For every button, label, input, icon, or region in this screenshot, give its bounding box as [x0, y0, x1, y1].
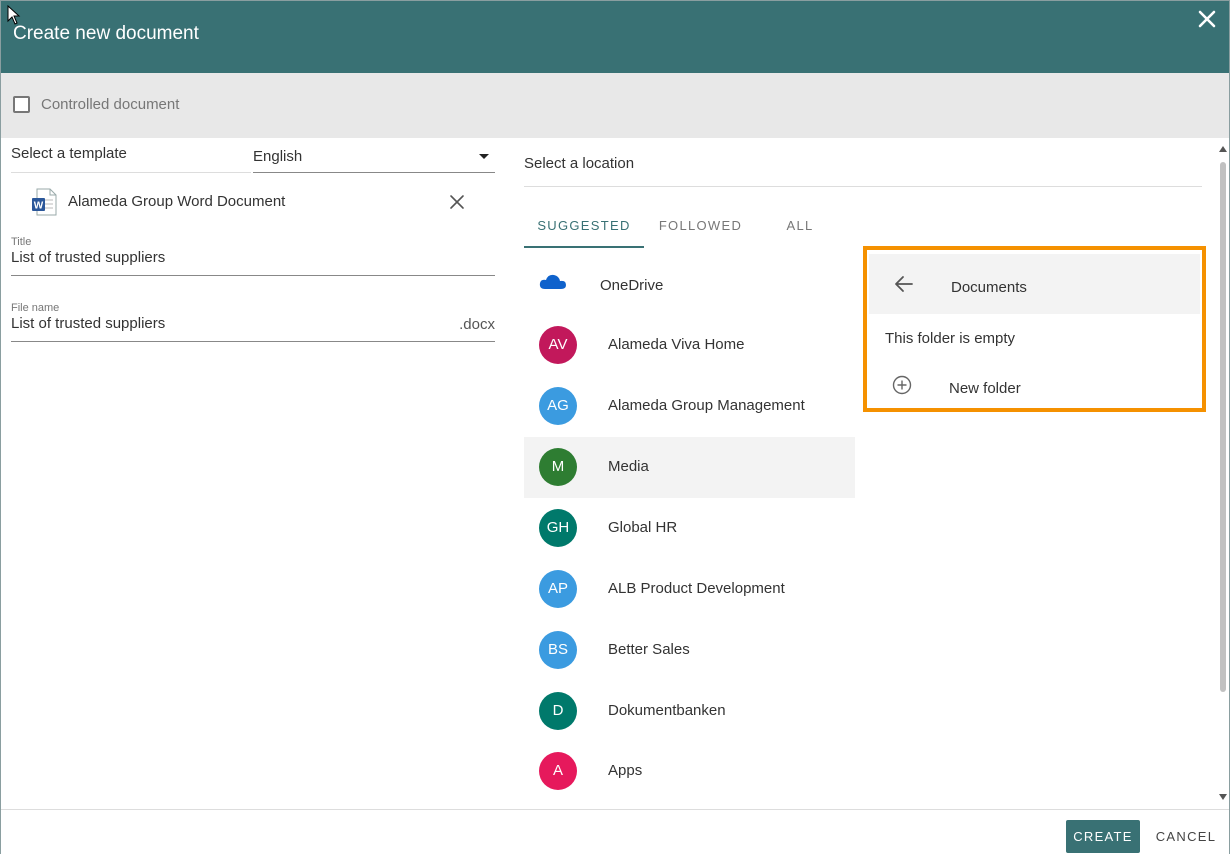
site-name: Apps — [608, 762, 643, 779]
dialog-footer: CREATE CANCEL — [1, 809, 1229, 854]
file-extension: .docx — [459, 316, 495, 333]
add-circle-icon — [892, 375, 912, 395]
site-name: Media — [608, 458, 649, 475]
site-alameda-viva-home[interactable]: AV Alameda Viva Home — [524, 315, 855, 376]
close-icon[interactable] — [1195, 7, 1219, 31]
folder-panel-header: Documents — [869, 254, 1200, 314]
site-name: ALB Product Development — [608, 580, 785, 597]
cancel-button[interactable]: CANCEL — [1149, 820, 1223, 853]
site-name: OneDrive — [600, 277, 664, 294]
controlled-document-bar: Controlled document — [1, 73, 1229, 138]
scroll-up-icon[interactable] — [1219, 146, 1227, 152]
site-alb-product-development[interactable]: AP ALB Product Development — [524, 559, 855, 620]
site-name: Dokumentbanken — [608, 702, 726, 719]
mouse-pointer-icon — [7, 4, 21, 25]
location-scrollbar[interactable] — [1217, 144, 1229, 806]
avatar: AV — [539, 326, 577, 364]
site-alameda-group-management[interactable]: AG Alameda Group Management — [524, 376, 855, 437]
avatar: M — [539, 448, 577, 486]
filename-label: File name — [11, 302, 60, 314]
site-name: Alameda Group Management — [608, 397, 805, 414]
avatar: BS — [539, 631, 577, 669]
folder-panel: Documents This folder is empty New folde… — [863, 246, 1206, 412]
site-onedrive[interactable]: OneDrive — [524, 255, 855, 316]
controlled-document-checkbox[interactable] — [13, 96, 30, 113]
dialog-header: Create new document — [1, 1, 1229, 73]
avatar: D — [539, 692, 577, 730]
tab-followed[interactable]: FOLLOWED — [644, 206, 757, 248]
template-name: Alameda Group Word Document — [68, 193, 286, 210]
language-value: English — [253, 148, 303, 165]
filename-field: File name .docx — [11, 302, 495, 342]
filename-input[interactable] — [11, 315, 441, 332]
site-media[interactable]: M Media — [524, 437, 855, 498]
controlled-document-label: Controlled document — [41, 96, 180, 113]
template-label: Select a template — [11, 145, 127, 162]
language-select[interactable]: English — [253, 141, 495, 173]
site-global-hr[interactable]: GH Global HR — [524, 498, 855, 559]
onedrive-cloud-icon — [538, 271, 568, 291]
arrow-back-icon[interactable] — [894, 275, 914, 293]
location-label: Select a location — [524, 155, 635, 172]
scroll-down-icon[interactable] — [1219, 794, 1227, 800]
tab-suggested[interactable]: SUGGESTED — [524, 206, 644, 248]
title-field: Title — [11, 236, 495, 276]
caret-down-icon — [479, 154, 489, 159]
title-input[interactable] — [11, 249, 441, 266]
selected-template: W Alameda Group Word Document — [11, 183, 495, 221]
template-divider — [11, 172, 251, 173]
dialog-title: Create new document — [13, 23, 199, 44]
empty-folder-message: This folder is empty — [885, 330, 1016, 347]
new-folder-button[interactable]: New folder — [885, 368, 1185, 402]
location-divider — [524, 186, 1202, 187]
avatar: AG — [539, 387, 577, 425]
site-name: Global HR — [608, 519, 678, 536]
site-dokumentbanken[interactable]: D Dokumentbanken — [524, 681, 855, 742]
new-folder-label: New folder — [949, 380, 1021, 397]
folder-title: Documents — [951, 279, 1027, 296]
create-button[interactable]: CREATE — [1066, 820, 1140, 853]
site-name: Better Sales — [608, 641, 690, 658]
site-apps[interactable]: A Apps — [524, 741, 855, 802]
avatar: A — [539, 752, 577, 790]
title-label: Title — [11, 236, 32, 248]
tab-all[interactable]: ALL — [764, 206, 836, 248]
avatar: GH — [539, 509, 577, 547]
remove-template-icon[interactable] — [447, 192, 467, 212]
create-document-dialog: Create new document Controlled document … — [0, 0, 1230, 854]
site-name: Alameda Viva Home — [608, 336, 745, 353]
svg-text:W: W — [34, 201, 44, 212]
word-document-icon: W — [31, 188, 57, 216]
scroll-thumb[interactable] — [1220, 162, 1226, 692]
site-better-sales[interactable]: BS Better Sales — [524, 620, 855, 681]
avatar: AP — [539, 570, 577, 608]
